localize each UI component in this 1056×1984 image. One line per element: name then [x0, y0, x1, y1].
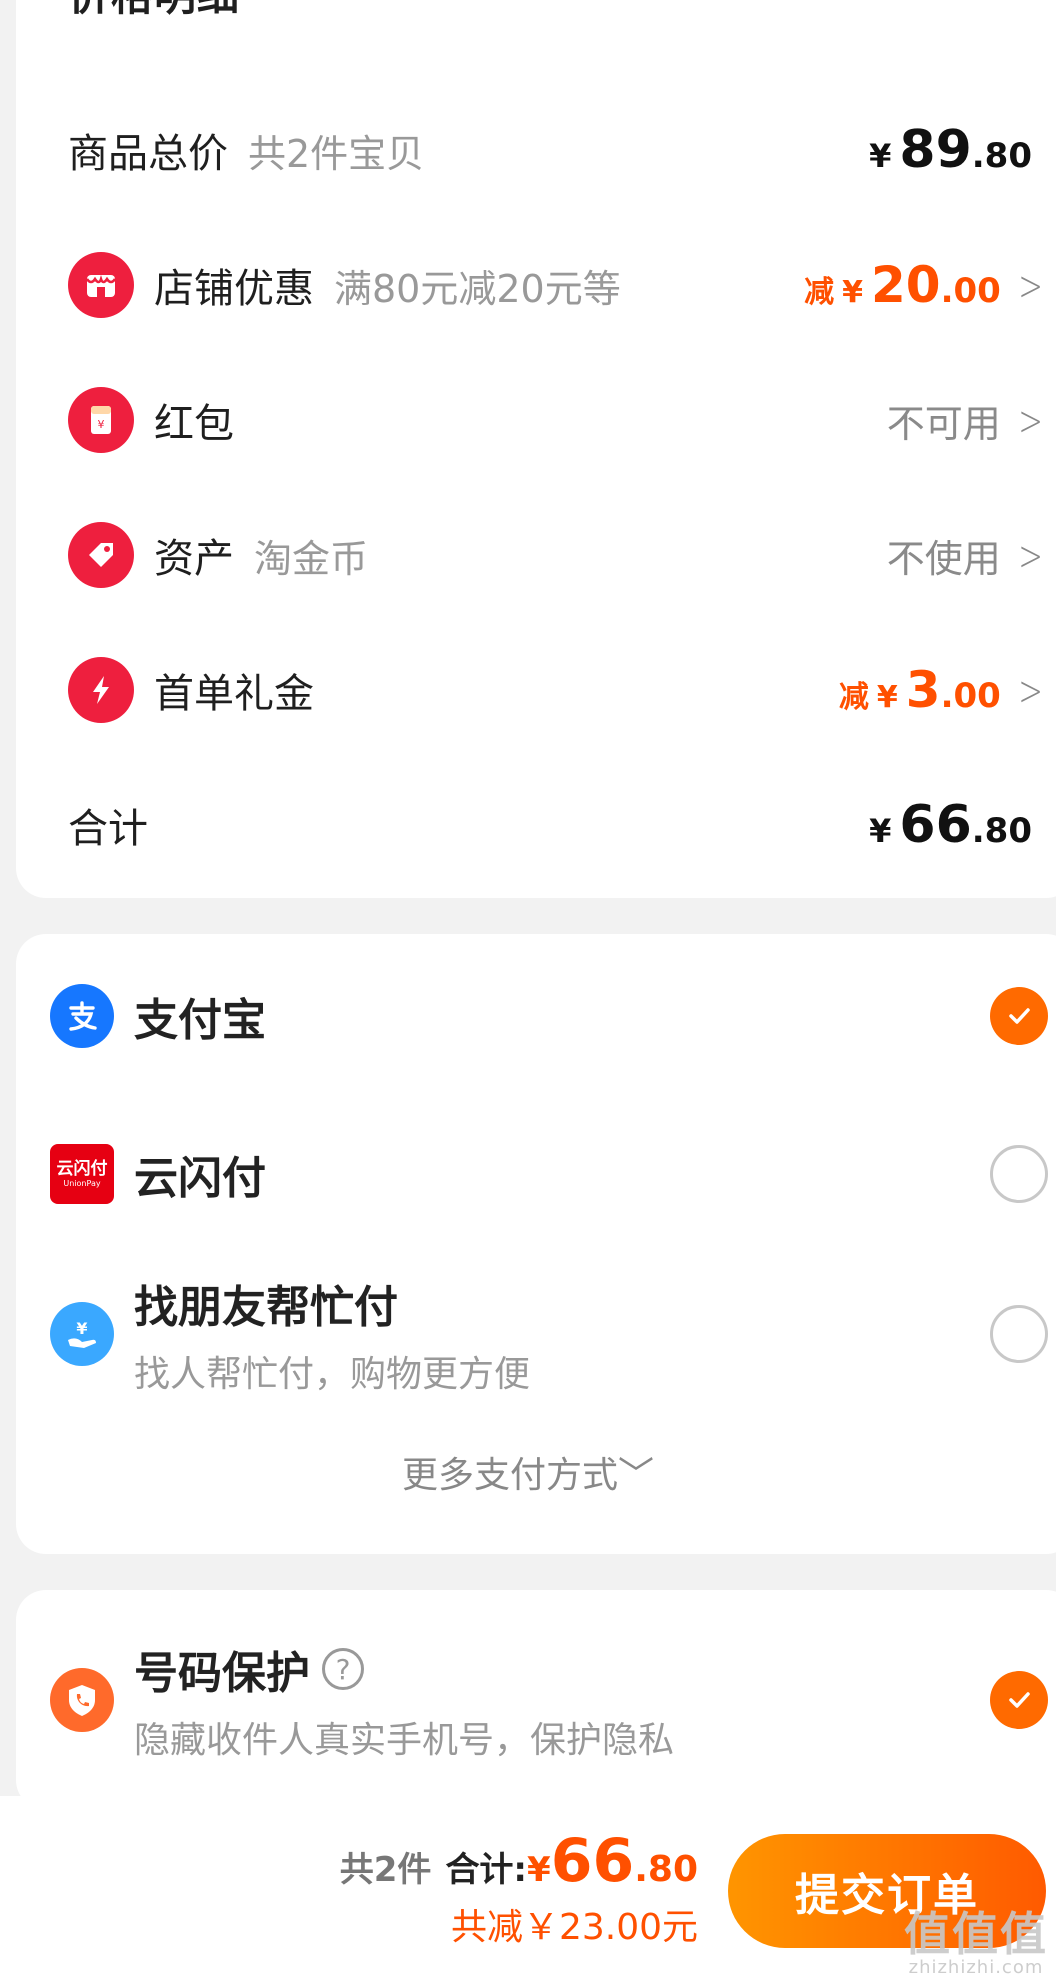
tag-icon	[68, 522, 134, 588]
first-order-gift-label: 首单礼金	[154, 671, 314, 717]
radio-checked[interactable]	[990, 987, 1048, 1045]
alipay-icon	[50, 984, 114, 1048]
chevron-right-icon: >	[1018, 395, 1043, 445]
yen-symbol: ¥	[527, 1850, 551, 1890]
assets-status: 不使用	[886, 536, 1001, 581]
goods-count: 共2件宝贝	[248, 131, 425, 176]
goods-total-row: 商品总价 共2件宝贝 ¥ 89 .80	[68, 108, 1048, 192]
price-decimal: .80	[971, 811, 1032, 851]
yen-symbol: ¥	[876, 680, 898, 715]
total-label: 合计:	[445, 1850, 528, 1890]
price-detail-card: 价格明细 商品总价 共2件宝贝 ¥ 89 .80 店铺优惠 满80元减20元等 …	[16, 0, 1056, 898]
red-packet-icon: ¥	[68, 387, 134, 453]
shop-discount-label: 店铺优惠	[154, 266, 314, 312]
chevron-right-icon: >	[1018, 530, 1043, 580]
checkout-bar: 共2件 合计: ¥ 66 .80 共减￥23.00元 提交订单 值值值 zhiz…	[0, 1796, 1056, 1984]
payment-option-label: 支付宝	[134, 995, 266, 1046]
phone-shield-icon	[50, 1668, 114, 1732]
red-packet-status: 不可用	[886, 401, 1001, 446]
red-packet-label: 红包	[154, 401, 234, 447]
minus-prefix: 减	[838, 680, 869, 715]
unionpay-icon: 云闪付 UnionPay	[50, 1144, 114, 1204]
unionpay-icon-text: 云闪付	[56, 1158, 108, 1179]
payment-option-label: 找朋友帮忙付	[134, 1282, 398, 1333]
shop-discount-amount: 减 ¥ 20 .00	[804, 256, 1001, 314]
price-integer: 89	[899, 120, 972, 180]
goods-total-price: ¥ 89 .80	[869, 120, 1032, 180]
watermark-url: zhizhizhi.com	[908, 1957, 1044, 1978]
payment-methods-card: 支付宝 云闪付 UnionPay 云闪付 ¥ 找朋友帮忙付 找人帮忙付，购物更方…	[16, 934, 1056, 1554]
first-order-gift-row[interactable]: 首单礼金 减 ¥ 3 .00 >	[68, 648, 1048, 732]
price-decimal: .80	[971, 136, 1032, 176]
price-decimal: .00	[940, 271, 1001, 311]
first-order-gift-amount: 减 ¥ 3 .00	[839, 661, 1001, 719]
number-protection-label: 号码保护	[134, 1648, 310, 1699]
yen-symbol: ¥	[869, 137, 892, 175]
price-integer: 20	[870, 256, 941, 314]
price-integer: 66	[550, 1826, 635, 1896]
price-decimal: .00	[940, 676, 1001, 716]
number-protection-row[interactable]: 号码保护 ? 隐藏收件人真实手机号，保护隐私	[50, 1640, 1048, 1761]
goods-total-label: 商品总价	[68, 131, 228, 177]
payment-option-desc: 找人帮忙付，购物更方便	[134, 1354, 531, 1395]
shop-icon	[68, 252, 134, 318]
price-integer: 3	[905, 661, 941, 719]
yen-symbol: ¥	[869, 812, 892, 850]
watermark-text: 值值值	[904, 1907, 1048, 1961]
minus-prefix: 减	[804, 275, 835, 310]
svg-text:¥: ¥	[76, 1319, 87, 1338]
assets-row[interactable]: 资产 淘金币 不使用 >	[68, 513, 1048, 597]
red-packet-row[interactable]: ¥ 红包 不可用 >	[68, 378, 1048, 462]
radio-unchecked[interactable]	[990, 1145, 1048, 1203]
number-protection-checkbox[interactable]	[990, 1671, 1048, 1729]
total-saved: 共减￥23.00元	[450, 1907, 698, 1948]
assets-label: 资产	[154, 536, 234, 582]
radio-unchecked[interactable]	[990, 1305, 1048, 1363]
unionpay-icon-sub: UnionPay	[63, 1178, 101, 1188]
number-protection-desc: 隐藏收件人真实手机号，保护隐私	[134, 1720, 675, 1761]
chevron-right-icon: >	[1018, 665, 1043, 715]
yen-symbol: ¥	[842, 275, 863, 310]
payment-option-unionpay[interactable]: 云闪付 UnionPay 云闪付	[50, 1134, 1048, 1214]
assets-desc: 淘金币	[254, 536, 369, 581]
help-icon[interactable]: ?	[322, 1648, 364, 1690]
payment-option-alipay[interactable]: 支付宝	[50, 976, 1048, 1056]
watermark-logo: 值值值 zhizhizhi.com	[904, 1911, 1048, 1978]
chevron-right-icon: >	[1018, 260, 1043, 310]
payment-option-friend-pay[interactable]: ¥ 找朋友帮忙付 找人帮忙付，购物更方便	[50, 1274, 1048, 1395]
price-decimal: .80	[634, 1849, 698, 1890]
payment-option-label: 云闪付	[134, 1153, 266, 1204]
price-total-value: ¥ 66 .80	[869, 795, 1032, 855]
checkout-summary: 共2件 合计: ¥ 66 .80 共减￥23.00元	[340, 1826, 698, 1950]
price-integer: 66	[899, 795, 972, 855]
item-count: 共2件	[339, 1850, 432, 1890]
price-total-label: 合计	[68, 806, 148, 852]
red-packet-yen: ¥	[98, 418, 105, 431]
shop-discount-desc: 满80元减20元等	[334, 266, 621, 311]
shop-discount-row[interactable]: 店铺优惠 满80元减20元等 减 ¥ 20 .00 >	[68, 243, 1048, 327]
friend-pay-icon: ¥	[50, 1302, 114, 1366]
number-protection-card: 号码保护 ? 隐藏收件人真实手机号，保护隐私	[16, 1590, 1056, 1810]
lightning-icon	[68, 657, 134, 723]
more-payment-methods-link[interactable]: 更多支付方式﹀	[16, 1446, 1040, 1498]
price-detail-title: 价格明细	[68, 0, 240, 23]
total-price: ¥ 66 .80	[527, 1826, 698, 1896]
price-total-row: 合计 ¥ 66 .80	[68, 783, 1048, 867]
